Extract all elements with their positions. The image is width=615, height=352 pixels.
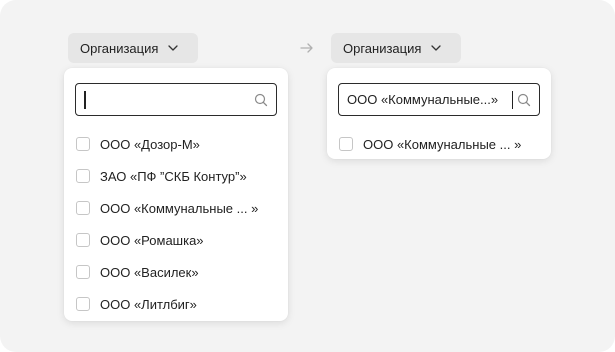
checkbox[interactable] [76,233,90,247]
checkbox[interactable] [76,137,90,151]
list-item[interactable]: ООО «Коммунальные ... » [339,128,539,160]
organization-filter-button[interactable]: Организация [68,33,198,63]
list-item[interactable]: ООО «Коммунальные ... » [76,192,276,224]
option-label: ООО «Дозор-М» [100,136,200,152]
list-item[interactable]: ООО «Литлбиг» [76,288,276,320]
arrow-right-icon [299,40,315,56]
checkbox[interactable] [76,169,90,183]
text-caret [84,90,86,109]
option-label: ООО «Литлбиг» [100,296,197,312]
organization-filter-button[interactable]: Организация [331,33,461,63]
search-input-value: ООО «Коммунальные...» [347,92,499,107]
options-list: ООО «Дозор-М» ЗАО «ПФ ”СКБ Контур”» ООО … [76,128,276,320]
list-item[interactable]: ООО «Дозор-М» [76,128,276,160]
search-input[interactable] [75,83,277,116]
list-item[interactable]: ООО «Ромашка» [76,224,276,256]
search-icon[interactable] [517,93,531,107]
canvas: Организация Организация ООО «Дозор-М» ЗА… [0,0,615,352]
checkbox[interactable] [76,201,90,215]
organization-filter-label: Организация [343,40,422,56]
option-label: ООО «Коммунальные ... » [363,136,522,152]
option-label: ООО «Василек» [100,264,199,280]
option-label: ООО «Коммунальные ... » [100,200,259,216]
checkbox[interactable] [76,265,90,279]
checkbox[interactable] [76,297,90,311]
option-label: ООО «Ромашка» [100,232,204,248]
list-item[interactable]: ЗАО «ПФ ”СКБ Контур”» [76,160,276,192]
search-icon[interactable] [254,93,268,107]
organization-filter-label: Организация [80,40,159,56]
checkbox[interactable] [339,137,353,151]
search-input[interactable]: ООО «Коммунальные...» [338,83,540,116]
organization-dropdown: ООО «Коммунальные...» ООО «Коммунальные … [327,68,551,159]
organization-dropdown: ООО «Дозор-М» ЗАО «ПФ ”СКБ Контур”» ООО … [64,68,288,321]
chevron-down-icon [430,42,442,54]
chevron-down-icon [167,42,179,54]
option-label: ЗАО «ПФ ”СКБ Контур”» [100,168,247,184]
text-caret [511,90,513,109]
options-list: ООО «Коммунальные ... » [339,128,539,160]
list-item[interactable]: ООО «Василек» [76,256,276,288]
